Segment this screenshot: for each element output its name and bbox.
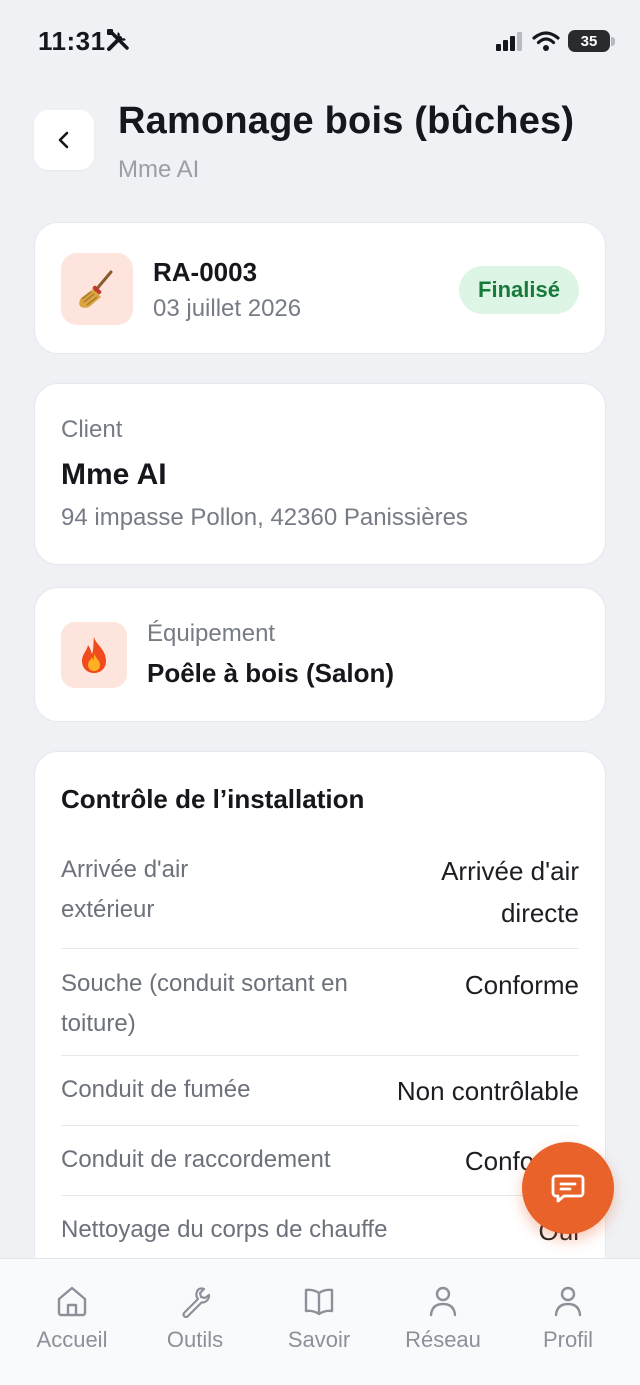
row-divider xyxy=(61,1055,579,1056)
tab-label: Accueil xyxy=(36,1327,108,1352)
tab-knowledge[interactable]: Savoir xyxy=(257,1259,381,1369)
page-title: Ramonage bois (bûches) xyxy=(118,100,575,142)
client-name: Mme AI xyxy=(61,458,167,491)
intervention-icon-box xyxy=(61,253,133,325)
chat-fab-button[interactable] xyxy=(522,1142,614,1234)
control-row-value-line: directe xyxy=(500,898,579,928)
chevron-left-icon xyxy=(58,131,69,149)
control-row-label-line: Souche (conduit sortant en xyxy=(61,970,348,997)
tab-label: Réseau xyxy=(405,1327,481,1352)
control-row-flue: Conduit de fumée Non contrôlable xyxy=(61,1070,579,1126)
equipment-icon-box xyxy=(61,622,127,688)
control-row-label: Arrivée d'air extérieur xyxy=(61,850,188,930)
profile-icon xyxy=(554,1286,582,1317)
status-badge: Finalisé xyxy=(459,266,579,314)
chat-icon xyxy=(551,1174,585,1203)
intervention-summary-card: RA-0003 03 juillet 2026 Finalisé xyxy=(34,222,606,354)
tab-label: Savoir xyxy=(287,1327,351,1352)
status-bar: 11:31 35 xyxy=(0,0,640,80)
control-section-title: Contrôle de l’installation xyxy=(61,784,365,814)
network-person-icon xyxy=(429,1286,457,1317)
tab-home[interactable]: Accueil xyxy=(10,1259,134,1369)
intervention-date: 03 juillet 2026 xyxy=(153,295,302,322)
row-divider xyxy=(61,1125,579,1126)
battery-tip xyxy=(611,37,615,46)
tab-label: Outils xyxy=(166,1327,224,1352)
equipment-name: Poêle à bois (Salon) xyxy=(147,658,395,688)
page-subtitle: Mme AI xyxy=(118,156,200,183)
equipment-label: Équipement xyxy=(147,620,276,647)
control-row-label: Conduit de raccordement xyxy=(61,1146,331,1173)
status-time: 11:31 xyxy=(38,26,106,56)
intervention-reference: RA-0003 xyxy=(153,257,258,287)
tab-tools[interactable]: Outils xyxy=(133,1259,257,1369)
control-row-connection-pipe: Conduit de raccordement Conforme xyxy=(61,1140,579,1196)
tab-profile[interactable]: Profil xyxy=(506,1259,630,1369)
installation-control-card: Contrôle de l’installation Arrivée d'air… xyxy=(34,751,606,1311)
broom-icon xyxy=(79,270,113,308)
control-row-value: Arrivée d'air directe xyxy=(441,850,579,934)
wifi-icon xyxy=(532,31,560,51)
back-button[interactable] xyxy=(34,110,94,170)
control-row-value: Conforme xyxy=(464,970,579,1000)
cellular-signal-icon xyxy=(496,32,522,51)
control-row-label: Conduit de fumée xyxy=(61,1076,251,1103)
tools-icon xyxy=(107,29,129,51)
bottom-tab-bar: Accueil Outils Savoir Réseau Profil xyxy=(0,1258,640,1385)
client-label: Client xyxy=(61,416,123,443)
control-row-air-intake: Arrivée d'air extérieur Arrivée d'air di… xyxy=(61,850,579,950)
control-row-label: Nettoyage du corps de chauffe xyxy=(61,1216,388,1243)
wrench-icon xyxy=(182,1287,211,1319)
client-address: 94 impasse Pollon, 42360 Panissières xyxy=(61,504,468,531)
control-row-label-line: Arrivée d'air xyxy=(61,856,189,883)
row-divider xyxy=(61,1195,579,1196)
tab-network[interactable]: Réseau xyxy=(381,1259,505,1369)
control-row-value-line: Arrivée d'air xyxy=(441,856,579,886)
control-row-value: Non contrôlable xyxy=(396,1076,579,1106)
control-row-chimney-stack: Souche (conduit sortant en toiture) Conf… xyxy=(61,964,579,1056)
book-icon xyxy=(304,1288,334,1316)
control-row-label: Souche (conduit sortant en toiture) xyxy=(61,964,348,1044)
equipment-card[interactable]: Équipement Poêle à bois (Salon) xyxy=(34,587,606,722)
control-row-label-line: toiture) xyxy=(61,1010,136,1037)
battery-icon: 35 xyxy=(568,30,610,52)
tab-label: Profil xyxy=(542,1327,594,1352)
home-icon xyxy=(57,1286,87,1317)
control-row-label-line: extérieur xyxy=(61,896,155,923)
fire-icon xyxy=(82,637,106,673)
row-divider xyxy=(61,948,579,949)
client-card[interactable]: Client Mme AI 94 impasse Pollon, 42360 P… xyxy=(34,383,606,565)
